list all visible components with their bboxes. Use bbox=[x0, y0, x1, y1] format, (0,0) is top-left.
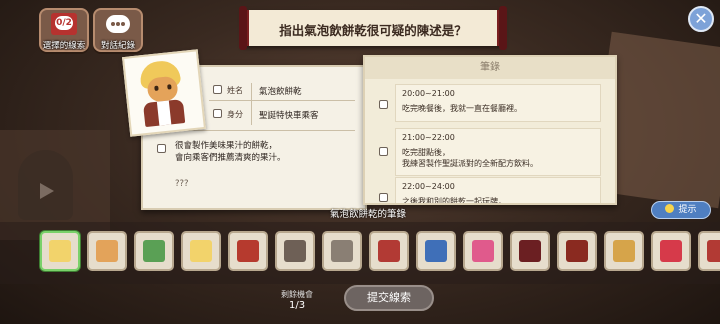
clue-item[interactable] bbox=[275, 231, 315, 271]
clue-item[interactable] bbox=[40, 231, 80, 271]
entry-text: 我練習製作聖誕派對的全新配方飲料。 bbox=[402, 159, 538, 168]
name-label: 姓名 bbox=[227, 86, 243, 95]
role-label: 身分 bbox=[227, 110, 243, 119]
name-checkbox[interactable] bbox=[213, 85, 222, 94]
clue-item[interactable] bbox=[181, 231, 221, 271]
envelope-icon bbox=[613, 240, 635, 262]
entry-text: 之後我和別的餅乾一起玩牌， bbox=[402, 197, 506, 205]
chat-log-label: 對話紀錄 bbox=[100, 41, 135, 51]
hint-label: 提示 bbox=[678, 205, 697, 215]
clue-item[interactable] bbox=[651, 231, 691, 271]
notes-entry[interactable]: 22:00~24:00 之後我和別的餅乾一起玩牌， bbox=[395, 177, 601, 205]
entry-text: 吃完晚餐後，我就一直在餐廳裡。 bbox=[402, 104, 522, 113]
lightbulb-icon bbox=[665, 204, 675, 213]
notes-entry[interactable]: 20:00~21:00 吃完晚餐後，我就一直在餐廳裡。 bbox=[395, 84, 601, 122]
entry-text: 吃完甜點後， bbox=[402, 148, 450, 157]
description-checkbox[interactable] bbox=[157, 144, 166, 153]
chat-log-button[interactable]: 對話紀錄 bbox=[93, 8, 143, 52]
notes-caption: 氣泡飲餅乾的筆錄 bbox=[330, 209, 407, 220]
hint-button[interactable]: 提示 bbox=[651, 201, 711, 219]
cake-icon bbox=[660, 240, 682, 262]
photo-icon bbox=[284, 240, 306, 262]
testimony-notes-panel: 筆錄 20:00~21:00 吃完晚餐後，我就一直在餐廳裡。 21:00~22:… bbox=[363, 55, 617, 205]
clue-item[interactable] bbox=[228, 231, 268, 271]
selected-clues-label: 選擇的線索 bbox=[42, 41, 86, 51]
clue-item[interactable] bbox=[416, 231, 456, 271]
clue-item[interactable] bbox=[134, 231, 174, 271]
name-value: 氣泡飲餅乾 bbox=[259, 87, 302, 97]
note-with-cookie-icon bbox=[49, 240, 71, 262]
clue-item[interactable] bbox=[698, 231, 720, 271]
suspect-portrait bbox=[122, 49, 206, 137]
unknown-info: ??? bbox=[175, 179, 189, 189]
book-edge-icon bbox=[707, 240, 720, 262]
entry-checkbox[interactable] bbox=[379, 100, 388, 109]
clue-item[interactable] bbox=[87, 231, 127, 271]
remaining-chances-value: 1/3 bbox=[289, 300, 306, 311]
entry-checkbox[interactable] bbox=[379, 147, 388, 156]
candy-cane-icon bbox=[472, 240, 494, 262]
red-book-icon bbox=[378, 240, 400, 262]
role-checkbox[interactable] bbox=[213, 109, 222, 118]
close-icon: ✕ bbox=[694, 9, 708, 28]
submit-clue-button[interactable]: 提交線索 bbox=[344, 285, 434, 311]
clue-item[interactable] bbox=[463, 231, 503, 271]
clue-item[interactable] bbox=[557, 231, 597, 271]
left-arrow-icon[interactable] bbox=[40, 183, 54, 199]
note-with-cookie-icon bbox=[190, 240, 212, 262]
description-line-1: 很會製作美味果汁的餅乾， bbox=[175, 141, 278, 151]
notes-entry[interactable]: 21:00~22:00 吃完甜點後， 我練習製作聖誕派對的全新配方飲料。 bbox=[395, 128, 601, 176]
selected-clues-count: 0/2 bbox=[55, 16, 73, 30]
blue-book-icon bbox=[425, 240, 447, 262]
dark-book-icon bbox=[519, 240, 541, 262]
role-value: 聖誕特快車乘客 bbox=[259, 111, 319, 121]
notes-header: 筆錄 bbox=[365, 57, 615, 79]
question-banner: 指出氣泡飲餅乾很可疑的陳述是？ bbox=[239, 6, 507, 50]
photo-icon bbox=[331, 240, 353, 262]
note-with-cookie-icon bbox=[143, 240, 165, 262]
wand-icon bbox=[566, 240, 588, 262]
close-button[interactable]: ✕ bbox=[688, 6, 714, 32]
entry-checkbox[interactable] bbox=[379, 193, 388, 202]
clue-item[interactable] bbox=[510, 231, 550, 271]
note-with-cookie-icon bbox=[96, 240, 118, 262]
question-text: 指出氣泡飲餅乾很可疑的陳述是？ bbox=[279, 23, 467, 38]
description-line-2: 會向乘客們推薦清爽的果汁。 bbox=[175, 153, 286, 163]
entry-time: 20:00~21:00 bbox=[402, 89, 455, 98]
remaining-chances-label: 剩餘機會 bbox=[281, 290, 313, 299]
entry-time: 22:00~24:00 bbox=[402, 182, 455, 191]
clue-item[interactable] bbox=[604, 231, 644, 271]
chat-bubble-icon bbox=[106, 15, 130, 33]
selected-clues-button[interactable]: 0/2 選擇的線索 bbox=[39, 8, 89, 52]
clue-item[interactable] bbox=[322, 231, 362, 271]
entry-time: 21:00~22:00 bbox=[402, 133, 455, 142]
note-with-cookie-icon bbox=[237, 240, 259, 262]
clue-item[interactable] bbox=[369, 231, 409, 271]
